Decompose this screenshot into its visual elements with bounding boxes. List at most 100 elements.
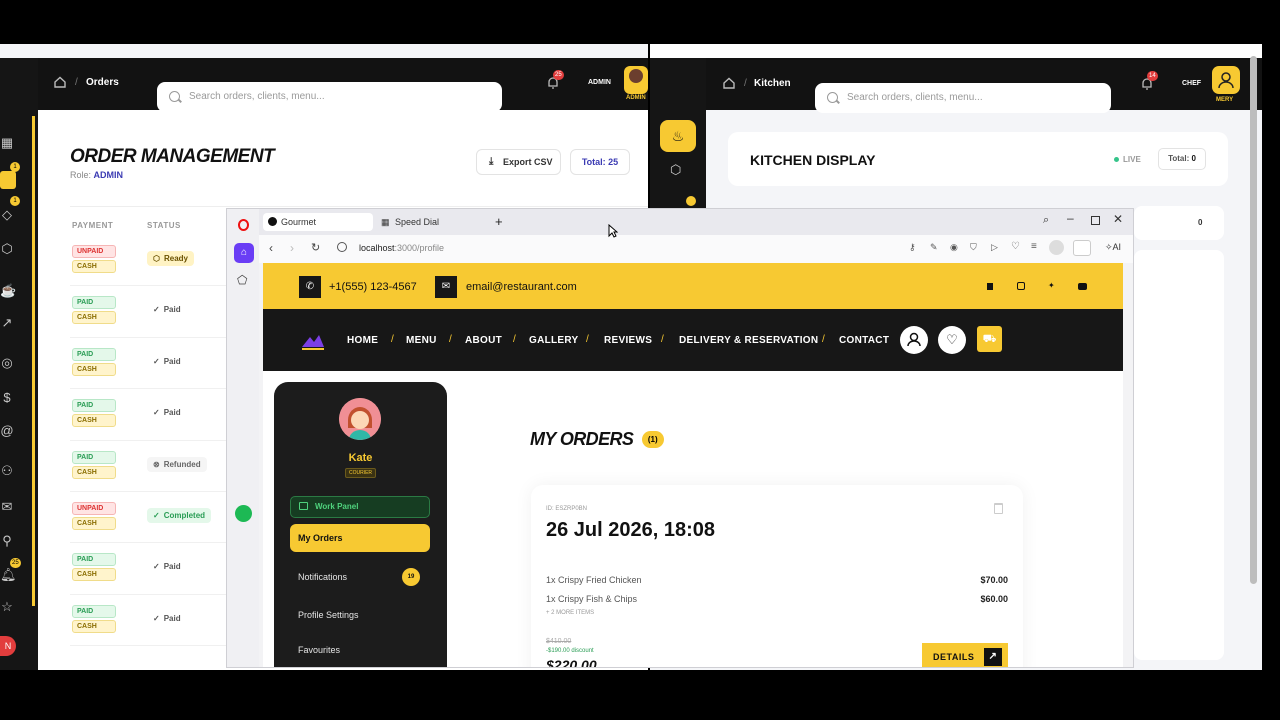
pinboard-icon[interactable]: ⬠ (237, 273, 247, 287)
avatar[interactable] (624, 66, 648, 94)
page-scrollbar[interactable] (1250, 56, 1257, 584)
edit-icon[interactable]: ✎ (930, 242, 938, 253)
status-icon: ⬡ (153, 254, 160, 263)
trend-icon[interactable]: ↗ (0, 316, 14, 330)
account-button[interactable] (900, 326, 928, 354)
search-tabs-icon[interactable]: ⌕ (1043, 214, 1049, 227)
menu-favourites[interactable]: Favourites (290, 636, 430, 664)
export-csv-button[interactable]: ⤓ Export CSV (476, 149, 561, 175)
extension-icon[interactable] (1073, 240, 1091, 256)
cart-badge: 1 (10, 162, 20, 172)
favourites-button[interactable]: ♡ (938, 326, 966, 354)
status-icon: ✓ (153, 613, 160, 623)
details-button[interactable]: DETAILS ↗ (922, 643, 1008, 667)
close-button[interactable]: ✕ (1113, 212, 1123, 226)
breadcrumb-current: Orders (86, 77, 119, 88)
new-tab-button[interactable]: + (495, 214, 503, 229)
work-panel-button[interactable]: Work Panel (290, 496, 430, 518)
orders-heading: MY ORDERS (1) (530, 429, 664, 450)
menu-profile-settings[interactable]: Profile Settings (290, 601, 430, 629)
tab-gourmet[interactable]: Gourmet (263, 213, 373, 231)
search-input[interactable]: Search orders, clients, menu... (815, 83, 1111, 113)
restaurant-logo[interactable] (300, 331, 326, 351)
cup-icon[interactable]: ☕ (0, 284, 16, 298)
order-total: $220.00 (546, 657, 597, 668)
nav-delivery-reservation[interactable]: DELIVERY & RESERVATION (679, 335, 818, 346)
search-icon (827, 92, 838, 103)
opera-logo-icon[interactable] (238, 219, 249, 231)
shield-icon[interactable]: ⛉ (970, 242, 977, 253)
back-icon[interactable]: ‹ (269, 241, 273, 255)
tab-speed-dial[interactable]: ▦ Speed Dial (377, 213, 487, 231)
nav-gallery[interactable]: GALLERY (529, 335, 579, 346)
heart-icon[interactable]: ♡ (1011, 241, 1020, 252)
cart-button[interactable]: ⛟ (977, 326, 1002, 352)
breadcrumb-separator: / (744, 78, 747, 89)
briefcase-icon (299, 502, 308, 510)
bell-rail-icon[interactable]: 🔔︎ (0, 568, 17, 582)
home-icon[interactable] (723, 77, 735, 89)
at-icon[interactable]: @ (0, 424, 14, 438)
menu-my-orders[interactable]: My Orders (290, 524, 430, 552)
contact-strip: ✆ +1(555) 123-4567 ✉ email@restaurant.co… (263, 263, 1123, 309)
trash-icon[interactable] (994, 503, 1003, 514)
user-avatar-n[interactable]: N (0, 636, 16, 656)
grid-icon[interactable]: ▦ (0, 136, 14, 150)
payment-badge: PAID (72, 553, 116, 567)
cart-icon[interactable] (0, 171, 16, 189)
user-settings-icon[interactable]: ⚲ (0, 534, 14, 548)
nav-contact[interactable]: CONTACT (839, 335, 889, 346)
dollar-icon[interactable]: $ (0, 391, 14, 405)
profile-avatar[interactable] (339, 398, 381, 440)
minimize-button[interactable]: – (1067, 211, 1074, 225)
ai-button[interactable]: ✧AI (1105, 242, 1121, 253)
bell-icon[interactable]: 25 (546, 70, 564, 90)
play-icon[interactable]: ▷ (991, 242, 998, 253)
order-line-price: $70.00 (980, 575, 1008, 585)
users-icon[interactable]: ⚇ (0, 464, 14, 478)
youtube-icon[interactable] (1078, 283, 1087, 290)
maximize-button[interactable] (1091, 216, 1100, 225)
notifications-count: 19 (402, 568, 420, 586)
email-address[interactable]: email@restaurant.com (466, 281, 577, 293)
method-badge: CASH (72, 465, 116, 479)
target-icon[interactable]: ◎ (0, 356, 14, 370)
url-field[interactable]: localhost:3000/profile (359, 243, 444, 253)
home-icon[interactable] (54, 76, 66, 88)
orders-title: MY ORDERS (530, 429, 634, 449)
chef-hat-icon[interactable]: ♨ (660, 120, 696, 152)
payment-badge: PAID (72, 296, 116, 310)
profile-icon[interactable] (1049, 240, 1064, 255)
star-icon[interactable]: ☆ (0, 600, 14, 614)
nav-reviews[interactable]: REVIEWS (604, 335, 652, 346)
avatar[interactable] (1212, 66, 1240, 94)
column-header-payment: PAYMENT (72, 221, 114, 230)
facebook-icon[interactable] (987, 283, 993, 290)
key-icon[interactable]: ⚷ (909, 242, 916, 253)
user-icon (1218, 72, 1234, 89)
nav-menu[interactable]: MENU (406, 335, 437, 346)
instagram-icon[interactable] (1017, 282, 1025, 290)
reload-icon[interactable]: ↻ (311, 241, 320, 254)
box-icon[interactable]: ⬡ (0, 242, 14, 256)
workspace-home-icon[interactable]: ⌂ (234, 243, 254, 263)
box-icon[interactable]: ⬡ (670, 162, 681, 178)
phone-number[interactable]: +1(555) 123-4567 (329, 281, 417, 293)
download-icon: ⤓ (489, 156, 494, 167)
search-input[interactable]: Search orders, clients, menu... (157, 82, 502, 112)
sidebar-scroll[interactable] (32, 116, 35, 606)
bell-icon[interactable]: 14 (1140, 71, 1158, 91)
rail-badge (686, 196, 696, 206)
twitter-icon[interactable]: ✦ (1048, 281, 1055, 290)
method-badge: CASH (72, 517, 116, 530)
nav-about[interactable]: ABOUT (465, 335, 502, 346)
menu-lines-icon[interactable]: ≡ (1031, 241, 1037, 252)
tag-icon[interactable]: ◇ (0, 208, 14, 222)
mail-icon[interactable]: ✉ (0, 500, 14, 514)
camera-icon[interactable]: ◉ (950, 242, 958, 253)
nav-home[interactable]: HOME (347, 335, 378, 346)
live-indicator: LIVE (1114, 155, 1141, 164)
forward-icon[interactable]: › (290, 241, 294, 255)
menu-notifications[interactable]: Notifications 19 (290, 563, 430, 591)
spotify-icon[interactable] (235, 505, 252, 522)
